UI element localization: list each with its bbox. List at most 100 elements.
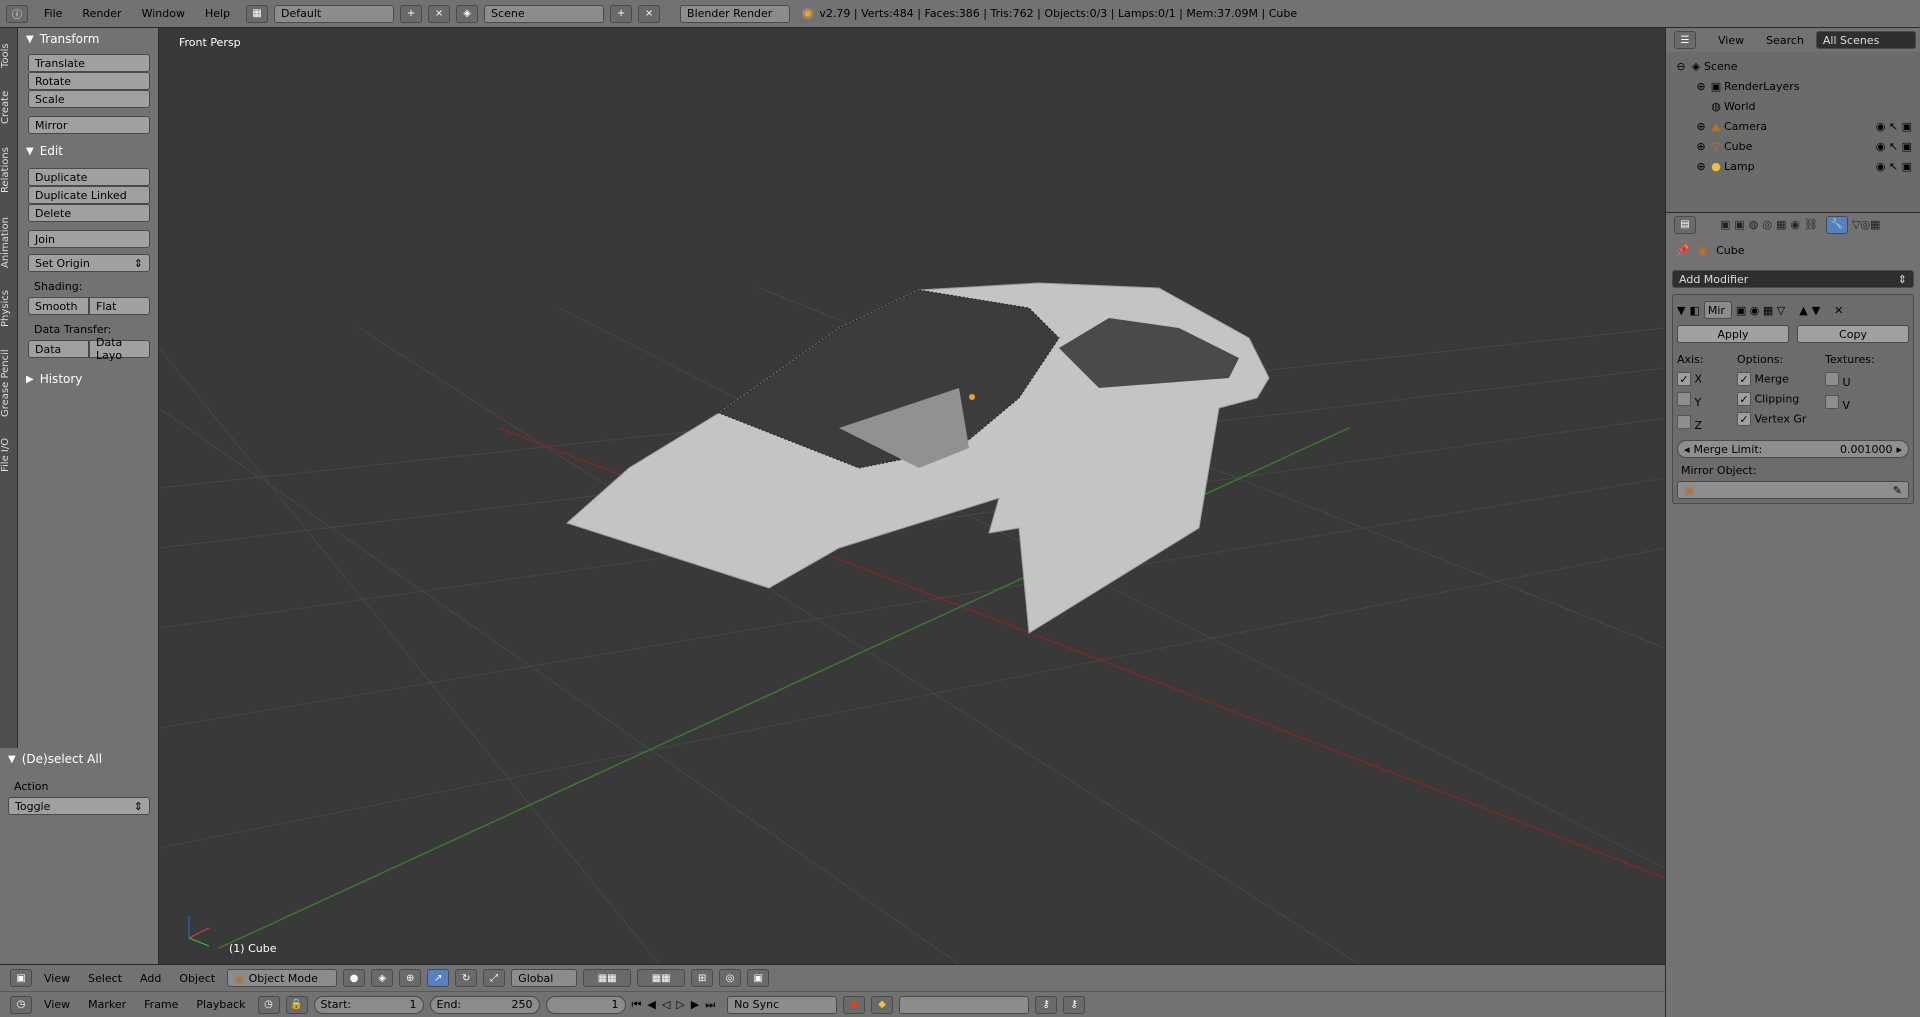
duplicate-linked-button[interactable]: Duplicate Linked <box>28 186 150 204</box>
eyedropper-icon[interactable]: ✎ <box>1893 484 1902 497</box>
set-origin-select[interactable]: Set Origin ⇕ <box>28 254 150 272</box>
modifier-display-icons[interactable]: ▣ ◉ ▦ ▽ <box>1736 304 1785 317</box>
layout-icon[interactable]: ▦ <box>246 4 269 23</box>
decrement-icon[interactable]: ◂ <box>1684 443 1690 456</box>
outliner-item-cube[interactable]: ⊕ ▽ Cube ◉ ↖ ▣ <box>1666 136 1920 156</box>
scene-icon[interactable]: ◈ <box>456 4 479 23</box>
end-frame-field[interactable]: End: 250 <box>429 995 540 1014</box>
properties-tabs-more-icons[interactable]: ▽◎▦ <box>1852 218 1880 231</box>
remove-modifier-icon[interactable]: ✕ <box>1834 304 1843 317</box>
scale-manipulator-icon[interactable]: ⤢ <box>483 969 506 987</box>
clipping-checkbox[interactable]: ✓ Clipping <box>1737 392 1825 406</box>
axis-y-checkbox[interactable]: Y <box>1677 392 1737 409</box>
layout-field[interactable]: Default <box>274 4 395 23</box>
pin-icon[interactable]: 📌 <box>1676 244 1690 257</box>
orientation-select[interactable]: Global <box>511 969 578 987</box>
mirror-button[interactable]: Mirror <box>28 116 150 134</box>
manipulator-icon[interactable]: ⊕ <box>399 969 422 987</box>
tab-tools[interactable]: Tools <box>0 36 18 76</box>
translate-button[interactable]: Translate <box>28 54 150 72</box>
outliner-item-renderlayers[interactable]: ⊕ ▣ RenderLayers <box>1666 76 1920 96</box>
timeline-menu-frame[interactable]: Frame <box>144 998 178 1011</box>
outliner-item-scene[interactable]: ⊖ ◈ Scene <box>1666 56 1920 76</box>
viewport-3d[interactable]: Front Persp (1) Cube <box>159 28 1665 964</box>
visibility-eye-icon[interactable]: ◉ ↖ ▣ <box>1876 120 1912 133</box>
modifier-tab-wrench-icon[interactable]: 🔧 <box>1825 215 1848 234</box>
transform-header[interactable]: ▼ Transform <box>18 28 158 50</box>
axis-x-checkbox[interactable]: ✓ X <box>1677 372 1737 386</box>
translate-manipulator-icon[interactable]: ↗ <box>427 969 450 987</box>
tab-physics[interactable]: Physics <box>0 284 18 334</box>
timeline-menu-playback[interactable]: Playback <box>196 998 245 1011</box>
timeline-menu-view[interactable]: View <box>44 998 70 1011</box>
playback-controls-icons[interactable]: ⏮◀◁▷▶⏭ <box>632 998 722 1012</box>
viewport-menu-add[interactable]: Add <box>140 972 161 985</box>
viewport-menu-object[interactable]: Object <box>179 972 215 985</box>
insert-keyframe-icon[interactable]: ⚷ <box>1035 995 1058 1014</box>
add-scene-icon[interactable]: + <box>610 4 633 23</box>
properties-editor-icon[interactable]: ▤ <box>1674 215 1696 234</box>
tab-file-io[interactable]: File I/O <box>0 432 18 478</box>
merge-checkbox[interactable]: ✓ Merge <box>1737 372 1825 386</box>
menu-render[interactable]: Render <box>82 7 121 20</box>
outliner-item-camera[interactable]: ⊕ ▲ Camera ◉ ↖ ▣ <box>1666 116 1920 136</box>
flat-button[interactable]: Flat <box>89 297 150 315</box>
duplicate-button[interactable]: Duplicate <box>28 168 150 186</box>
viewport-shading-icon[interactable]: ● <box>343 969 366 987</box>
visibility-eye-icon[interactable]: ◉ ↖ ▣ <box>1876 160 1912 173</box>
texture-u-checkbox[interactable]: U <box>1825 372 1875 389</box>
data-button[interactable]: Data <box>28 340 89 358</box>
keying-set-field[interactable] <box>899 995 1030 1014</box>
delete-keyframe-icon[interactable]: ⚷ <box>1063 995 1086 1014</box>
modifier-name-field[interactable]: Mir <box>1703 301 1732 319</box>
viewport-menu-view[interactable]: View <box>44 972 70 985</box>
join-button[interactable]: Join <box>28 230 150 248</box>
timeline-menu-marker[interactable]: Marker <box>88 998 126 1011</box>
properties-tabs-icons[interactable]: ▣▣◍◎▦◉⛓ <box>1720 218 1822 231</box>
increment-icon[interactable]: ▸ <box>1896 443 1902 456</box>
menu-window[interactable]: Window <box>142 7 185 20</box>
outliner-scenes-select[interactable]: All Scenes <box>1815 31 1916 49</box>
timeline-editor-icon[interactable]: ◷ <box>10 995 32 1014</box>
smooth-button[interactable]: Smooth <box>28 297 89 315</box>
rotate-manipulator-icon[interactable]: ↻ <box>455 969 478 987</box>
visibility-eye-icon[interactable]: ◉ ↖ ▣ <box>1876 140 1912 153</box>
outliner-editor-icon[interactable]: ☰ <box>1674 31 1696 49</box>
tab-relations[interactable]: Relations <box>0 138 18 202</box>
car-body-mesh[interactable] <box>566 282 1270 634</box>
mirror-object-field[interactable]: ▣ ✎ <box>1677 481 1909 499</box>
layers-grid-1[interactable]: ▦▦ <box>583 969 632 987</box>
apply-button[interactable]: Apply <box>1677 325 1789 343</box>
menu-file[interactable]: File <box>44 7 62 20</box>
outliner-view-menu[interactable]: View <box>1718 34 1744 47</box>
data-layout-button[interactable]: Data Layo <box>89 336 150 362</box>
record-icon[interactable]: ● <box>843 995 866 1014</box>
add-modifier-select[interactable]: Add Modifier ⇕ <box>1672 270 1914 288</box>
action-select[interactable]: Toggle ⇕ <box>8 797 150 815</box>
delete-button[interactable]: Delete <box>28 204 150 222</box>
scale-button[interactable]: Scale <box>28 90 150 108</box>
info-editor-icon[interactable]: ⓘ <box>6 4 28 23</box>
mode-select[interactable]: ▣ Object Mode <box>227 969 338 987</box>
viewport-editor-icon[interactable]: ▣ <box>10 969 32 987</box>
proportional-edit-icon[interactable]: ◎ <box>719 969 742 987</box>
tab-create[interactable]: Create <box>0 82 18 132</box>
pivot-point-icon[interactable]: ◈ <box>371 969 394 987</box>
move-down-icon[interactable]: ▼ <box>1812 304 1820 317</box>
render-engine-select[interactable]: Blender Render <box>680 4 791 23</box>
collapse-arrow-icon[interactable]: ▼ <box>1677 304 1685 317</box>
render-icon[interactable]: ▣ <box>747 969 770 987</box>
operator-header[interactable]: ▼ (De)select All <box>0 748 158 770</box>
start-frame-field[interactable]: Start: 1 <box>313 995 424 1014</box>
tab-grease-pencil[interactable]: Grease Pencil <box>0 340 18 426</box>
layers-grid-2[interactable]: ▦▦ <box>637 969 686 987</box>
outliner-search-menu[interactable]: Search <box>1766 34 1804 47</box>
scene-field[interactable]: Scene <box>484 4 605 23</box>
texture-v-checkbox[interactable]: V <box>1825 395 1875 412</box>
current-frame-field[interactable]: 1 <box>545 995 626 1014</box>
keying-set-icon[interactable]: ◆ <box>871 995 894 1014</box>
edit-header[interactable]: ▼ Edit <box>18 140 158 162</box>
preview-range-icon[interactable]: ◷ <box>257 995 280 1014</box>
axis-z-checkbox[interactable]: Z <box>1677 415 1737 432</box>
viewport-menu-select[interactable]: Select <box>88 972 122 985</box>
